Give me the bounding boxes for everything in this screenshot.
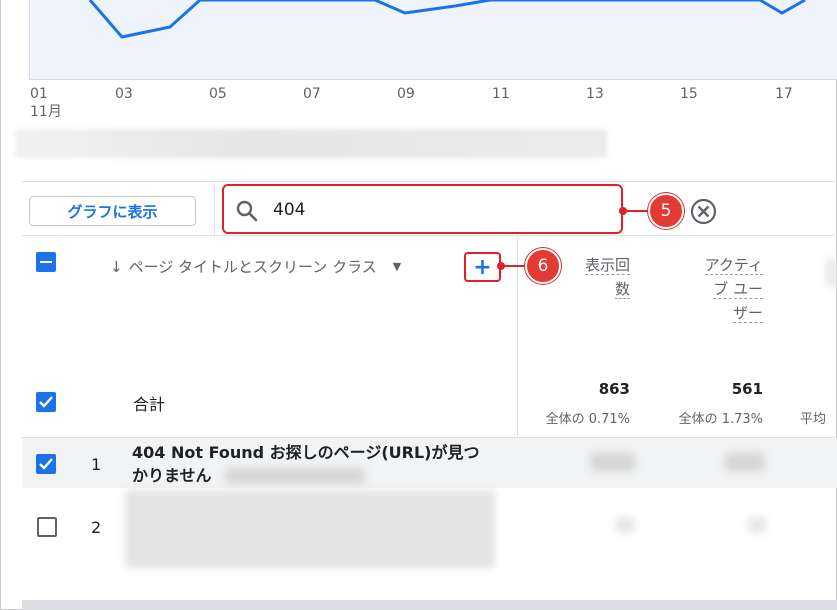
clipped-header	[826, 258, 837, 288]
blurred-row-2-title	[125, 490, 495, 568]
callout-6-anchor	[497, 262, 505, 270]
line-chart	[29, 0, 837, 80]
metric-header-views[interactable]: 表示回 数	[560, 253, 630, 301]
row-2-checkbox[interactable]	[37, 517, 57, 537]
clear-search-icon[interactable]	[690, 198, 717, 225]
blurred-row-2-users	[748, 517, 766, 533]
dimension-column-header[interactable]: ↓ ページ タイトルとスクリーン クラス ▼	[110, 256, 401, 277]
total-active-users: 561	[731, 380, 763, 398]
total-checkbox[interactable]	[36, 392, 56, 412]
row-2-number: 2	[91, 518, 102, 537]
x-axis-tick-05: 05	[209, 86, 227, 102]
search-value: 404	[273, 200, 306, 220]
row-1-number: 1	[91, 455, 102, 474]
x-axis-tick-15: 15	[680, 86, 698, 102]
blurred-row-2-views	[615, 517, 635, 533]
total-views-share: 全体の 0.71%	[545, 412, 630, 427]
chart-line-svg	[88, 0, 806, 39]
dropdown-caret-icon[interactable]: ▼	[393, 260, 401, 273]
total-avg-label: 平均	[800, 412, 827, 427]
toolbar-separator	[214, 185, 215, 235]
table-top-divider	[22, 235, 837, 236]
toolbar-divider	[22, 181, 837, 182]
total-label: 合計	[133, 395, 166, 414]
x-axis-tick-11: 11	[492, 86, 510, 102]
chart-series-line	[88, 0, 806, 39]
x-axis-tick-13: 13	[586, 86, 604, 102]
callout-5-anchor	[619, 207, 627, 215]
show-in-graph-button[interactable]: グラフに表示	[29, 196, 196, 226]
callout-6-badge: 6	[525, 248, 561, 284]
callout-5-badge: 5	[648, 193, 684, 229]
horizontal-scrollbar[interactable]	[22, 600, 837, 610]
blurred-title-suffix	[225, 468, 365, 484]
blurred-views-value	[590, 453, 635, 471]
metric-header-active-users[interactable]: アクティ ブ ユー ザー	[663, 253, 763, 325]
add-dimension-button[interactable]: +	[464, 252, 501, 282]
total-active-users-share: 全体の 1.73%	[678, 412, 763, 427]
dimension-header-label: ページ タイトルとスクリーン クラス	[128, 258, 377, 276]
x-axis-tick-07: 07	[303, 86, 321, 102]
blurred-text-bar	[15, 129, 607, 158]
check-icon	[39, 458, 53, 470]
select-all-checkbox[interactable]	[36, 252, 56, 272]
x-axis-month-label: 11月	[30, 104, 62, 120]
sort-down-icon: ↓	[110, 257, 123, 276]
check-icon	[39, 396, 53, 408]
x-axis-tick-17: 17	[775, 86, 793, 102]
total-views: 863	[598, 380, 630, 398]
x-axis-tick-03: 03	[115, 86, 133, 102]
x-axis-tick-01: 01	[30, 86, 48, 102]
blurred-users-value	[725, 453, 765, 471]
x-axis-tick-09: 09	[397, 86, 415, 102]
row-1-checkbox[interactable]	[36, 454, 56, 474]
search-icon	[236, 200, 258, 222]
